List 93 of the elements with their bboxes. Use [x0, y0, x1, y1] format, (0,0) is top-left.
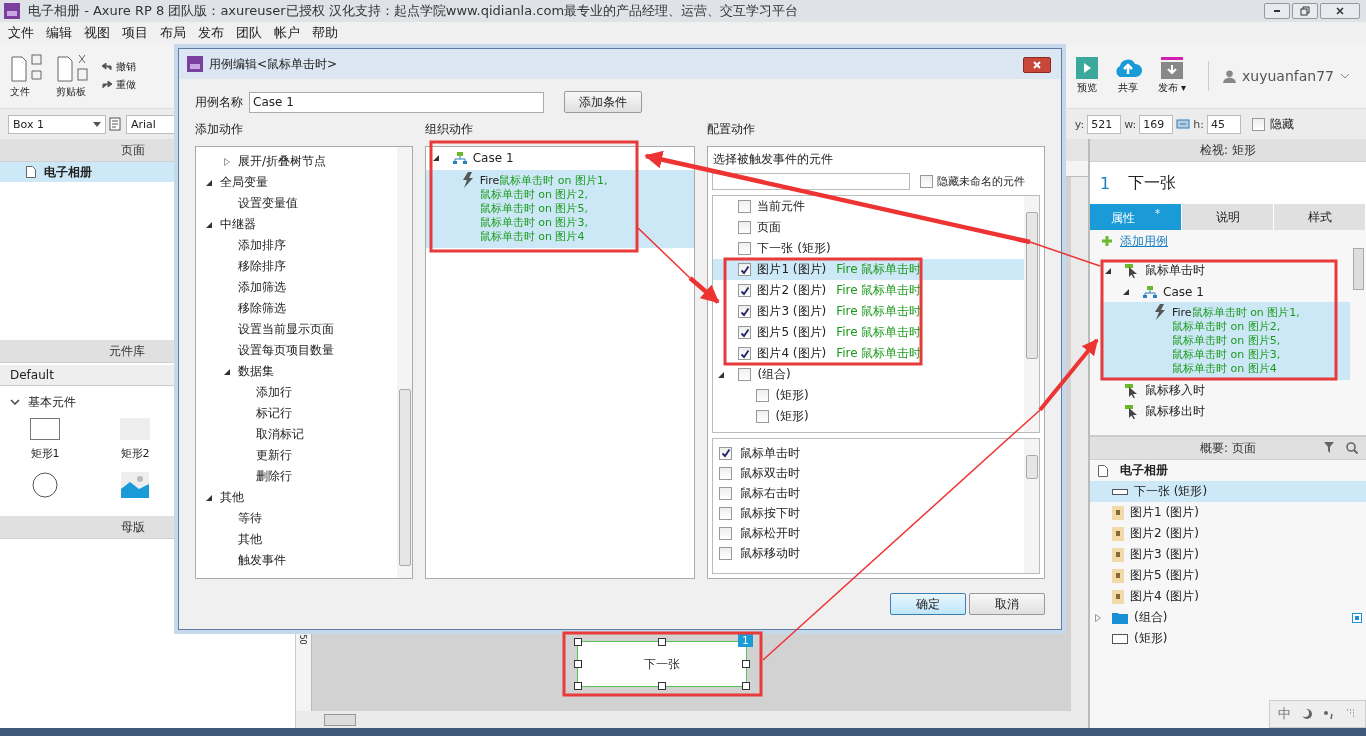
- action-item[interactable]: 添加排序: [238, 237, 286, 254]
- column-title: 组织动作: [424, 121, 474, 138]
- menu-item[interactable]: 帐户: [268, 24, 306, 42]
- font-dropdown[interactable]: Arial: [126, 114, 176, 134]
- menu-item[interactable]: 帮助: [306, 24, 344, 42]
- outline-item[interactable]: 下一张 (矩形): [1090, 481, 1366, 502]
- widget-row[interactable]: 图片4 (图片) Fire 鼠标单击时: [713, 343, 1024, 364]
- action-text: Fire鼠标单击时 on 图片1, 鼠标单击时 on 图片2, 鼠标单击时 on 图片5, 鼠标单击时 on 图片3, 鼠标单击时 on 图片4: [479, 174, 608, 244]
- toolbar-button[interactable]: 剪贴板: [56, 53, 90, 99]
- event-item[interactable]: 鼠标移出时: [1145, 403, 1205, 420]
- case-name-field[interactable]: Case 1: [249, 91, 544, 113]
- event-label: 鼠标按下时: [740, 504, 801, 522]
- widget-row[interactable]: (矩形): [713, 385, 1024, 406]
- menu-item[interactable]: 项目: [116, 24, 154, 42]
- event-label: 鼠标松开时: [740, 524, 801, 542]
- action-item[interactable]: 移除筛选: [238, 300, 286, 317]
- action-item[interactable]: 触发事件: [238, 552, 286, 569]
- toolbar-button[interactable]: 共享: [1113, 57, 1142, 95]
- menu-item[interactable]: 视图: [78, 24, 116, 42]
- outline-item[interactable]: 图片3 (图片): [1090, 544, 1366, 565]
- outline-item[interactable]: 图片4 (图片): [1090, 586, 1366, 607]
- toolbar-button[interactable]: 文件: [10, 53, 44, 99]
- widget-row[interactable]: (组合): [713, 364, 1024, 385]
- panel-header: 检视: 矩形: [1090, 139, 1366, 162]
- page-item[interactable]: 电子相册: [1090, 460, 1366, 481]
- event-item[interactable]: 鼠标移入时: [1145, 382, 1205, 399]
- redo-button[interactable]: 重做: [102, 78, 136, 92]
- widget-row[interactable]: 页面: [713, 217, 1024, 238]
- widget-row[interactable]: 图片3 (图片) Fire 鼠标单击时: [713, 301, 1024, 322]
- widget-row[interactable]: 图片1 (图片) Fire 鼠标单击时: [713, 259, 1024, 280]
- case-item[interactable]: Case 1: [472, 150, 514, 165]
- ok-button[interactable]: 确定: [890, 593, 966, 615]
- checkbox-label: 隐藏: [1270, 115, 1294, 133]
- event-label: 鼠标单击时: [740, 444, 801, 462]
- menu-item[interactable]: 布局: [154, 24, 192, 42]
- user-menu[interactable]: xuyuanfan77: [1223, 68, 1350, 84]
- action-item[interactable]: 更新行: [256, 447, 292, 464]
- number-field[interactable]: 45: [1207, 114, 1241, 134]
- action-item[interactable]: 设置变量值: [238, 195, 298, 212]
- undo-button[interactable]: 撤销: [102, 60, 136, 74]
- number-field[interactable]: 521: [1087, 114, 1122, 134]
- action-item[interactable]: 删除行: [256, 468, 292, 485]
- action-item[interactable]: 添加筛选: [238, 279, 286, 296]
- outline-item[interactable]: (矩形): [1090, 628, 1366, 649]
- action-item[interactable]: 添加行: [256, 384, 292, 401]
- input-mode-button[interactable]: 中: [1278, 705, 1291, 723]
- field-label: y:: [1074, 117, 1085, 131]
- action-text: Fire鼠标单击时 on 图片1, 鼠标单击时 on 图片2, 鼠标单击时 on 图片5, 鼠标单击时 on 图片3, 鼠标单击时 on 图片4: [1172, 306, 1300, 376]
- action-row[interactable]: Fire鼠标单击时 on 图片1, 鼠标单击时 on 图片2, 鼠标单击时 on 图片5, 鼠标单击时 on 图片3, 鼠标单击时 on 图片4: [425, 170, 695, 248]
- widget-row[interactable]: 图片2 (图片) Fire 鼠标单击时: [713, 280, 1024, 301]
- cancel-button[interactable]: 取消: [969, 593, 1045, 615]
- outline-item[interactable]: 图片5 (图片): [1090, 565, 1366, 586]
- library-widget[interactable]: 矩形2: [90, 416, 180, 462]
- toolbar-button[interactable]: 发布 ▾: [1157, 57, 1187, 95]
- number-field[interactable]: 169: [1139, 114, 1174, 134]
- widget-row[interactable]: 图片5 (图片) Fire 鼠标单击时: [713, 322, 1024, 343]
- widget-row[interactable]: 当前元件: [713, 196, 1024, 217]
- menu-item[interactable]: 发布: [192, 24, 230, 42]
- event-label: 鼠标右击时: [740, 484, 801, 502]
- event-label: 鼠标移动时: [740, 544, 801, 562]
- action-item[interactable]: 数据集: [238, 363, 274, 380]
- event-item[interactable]: 鼠标单击时: [1145, 262, 1205, 279]
- library-widget[interactable]: 矩形1: [0, 416, 90, 462]
- menu-item[interactable]: 编辑: [40, 24, 78, 42]
- widget-row[interactable]: 下一张 (矩形): [713, 238, 1024, 259]
- field-label: w:: [1124, 117, 1137, 131]
- outline-item[interactable]: (组合): [1090, 607, 1366, 628]
- panel-header: 概要: 页面: [1090, 437, 1366, 460]
- menu-item[interactable]: 文件: [2, 24, 40, 42]
- checkbox-label: 隐藏未命名的元件: [937, 174, 1026, 189]
- widget-name-field[interactable]: 1 下一张: [1090, 162, 1366, 204]
- column-title: 配置动作: [707, 121, 757, 138]
- toolbar-button[interactable]: 预览: [1075, 57, 1098, 95]
- widget-row[interactable]: (矩形): [713, 406, 1024, 427]
- section-title: 选择被触发事件的元件: [712, 151, 835, 168]
- add-condition-button[interactable]: 添加条件: [564, 91, 642, 113]
- field-label: h:: [1193, 117, 1204, 131]
- dialog-title: 用例编辑<鼠标单击时>: [209, 55, 338, 73]
- event-label: 鼠标双击时: [740, 464, 801, 482]
- action-item[interactable]: 中继器: [220, 216, 256, 233]
- add-case-link[interactable]: 添加用例: [1120, 232, 1168, 250]
- outline-item[interactable]: 图片1 (图片): [1090, 502, 1366, 523]
- menu-item[interactable]: 团队: [230, 24, 268, 42]
- widget-name-dropdown[interactable]: Box 1: [8, 114, 106, 134]
- case-item[interactable]: Case 1: [1163, 284, 1204, 299]
- field-label: 用例名称: [195, 93, 243, 111]
- action-row[interactable]: Fire鼠标单击时 on 图片1, 鼠标单击时 on 图片2, 鼠标单击时 on 图片5, 鼠标单击时 on 图片3, 鼠标单击时 on 图片4: [1100, 302, 1350, 380]
- column-title: 添加动作: [195, 121, 244, 138]
- window-title: 电子相册 - Axure RP 8 团队版：axureuser已授权 汉化支持：起点学院www.qidianla.com最专业的产品经理、运营、交互学习平台: [28, 2, 799, 20]
- action-item[interactable]: 其他: [220, 489, 244, 506]
- outline-item[interactable]: 图片2 (图片): [1090, 523, 1366, 544]
- action-item[interactable]: 移除排序: [238, 258, 286, 275]
- action-item[interactable]: 标记行: [256, 405, 292, 422]
